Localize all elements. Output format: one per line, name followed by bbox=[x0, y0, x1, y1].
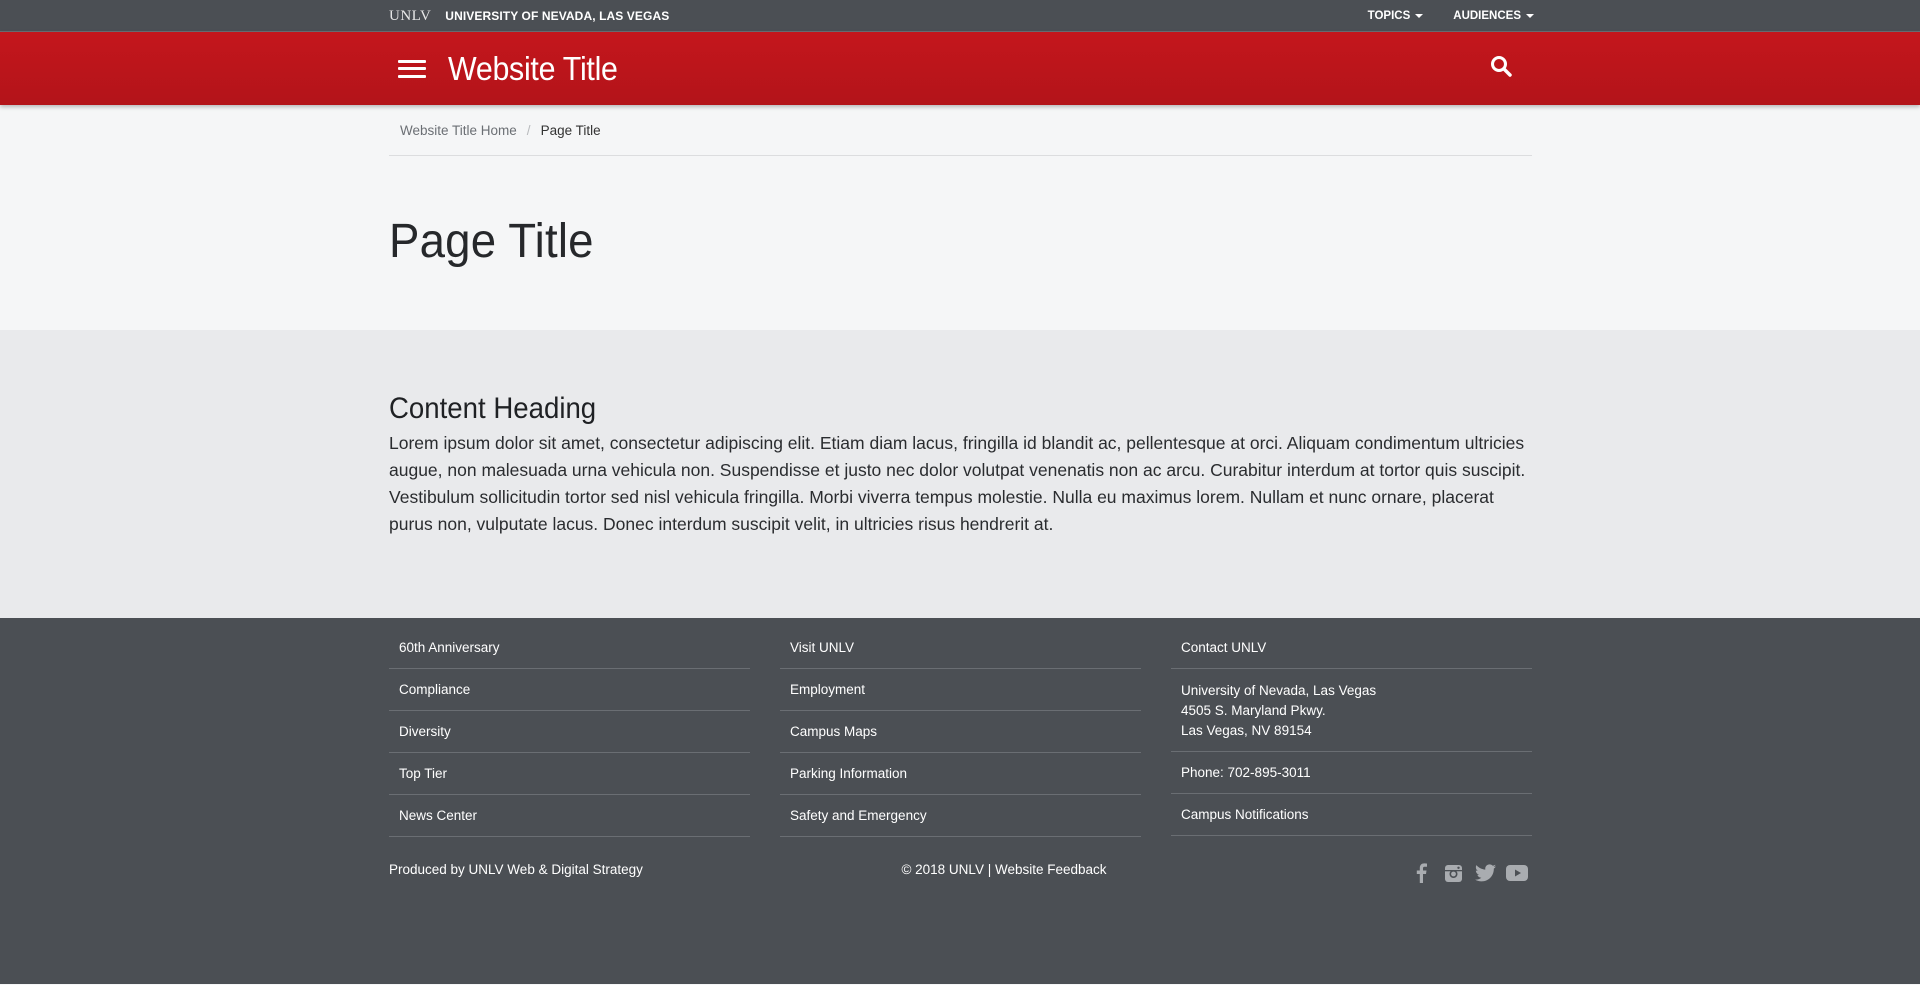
breadcrumb-separator: / bbox=[526, 122, 531, 138]
footer-link-top-tier[interactable]: Top Tier bbox=[389, 753, 750, 795]
produced-by: Produced by UNLV Web & Digital Strategy bbox=[389, 862, 729, 877]
contact-phone[interactable]: Phone: 702-895-3011 bbox=[1171, 752, 1532, 794]
caret-down-icon bbox=[1526, 14, 1534, 18]
utility-bar: UNLV UNIVERSITY OF NEVADA, LAS VEGAS TOP… bbox=[0, 0, 1920, 32]
page-title: Page Title bbox=[389, 215, 594, 268]
address-line: University of Nevada, Las Vegas bbox=[1181, 683, 1377, 698]
site-footer: 60th Anniversary Compliance Diversity To… bbox=[0, 618, 1920, 984]
address-line: Las Vegas, NV 89154 bbox=[1181, 723, 1312, 738]
breadcrumb: Website Title Home / Page Title bbox=[389, 105, 1532, 156]
contact-address: University of Nevada, Las Vegas 4505 S. … bbox=[1171, 669, 1532, 752]
utility-nav: TOPICS AUDIENCES bbox=[1368, 10, 1534, 22]
site-title[interactable]: Website Title bbox=[448, 50, 618, 88]
search-icon[interactable] bbox=[1490, 55, 1512, 82]
topics-label: TOPICS bbox=[1367, 10, 1411, 22]
unlv-logo[interactable]: UNLV bbox=[389, 8, 431, 25]
content-paragraph: Lorem ipsum dolor sit amet, consectetur … bbox=[389, 433, 1526, 534]
website-feedback-link[interactable]: Website Feedback bbox=[995, 862, 1107, 877]
copyright-separator: | bbox=[983, 861, 995, 877]
title-area: Website Title Home / Page Title Page Tit… bbox=[0, 105, 1920, 330]
content-heading: Content Heading bbox=[389, 392, 597, 425]
produced-by-link[interactable]: Produced by UNLV Web & Digital Strategy bbox=[389, 862, 643, 877]
footer-link-visit-unlv[interactable]: Visit UNLV bbox=[780, 627, 1141, 669]
twitter-icon[interactable] bbox=[1474, 863, 1496, 883]
social-links bbox=[1410, 863, 1528, 883]
footer-column-1: 60th Anniversary Compliance Diversity To… bbox=[389, 627, 750, 837]
footer-link-60th-anniversary[interactable]: 60th Anniversary bbox=[389, 627, 750, 669]
site-header: Website Title bbox=[0, 32, 1920, 105]
footer-link-employment[interactable]: Employment bbox=[780, 669, 1141, 711]
footer-column-3: Contact UNLV University of Nevada, Las V… bbox=[1171, 627, 1532, 837]
copyright-text: © 2018 UNLV bbox=[901, 861, 984, 877]
footer-link-campus-maps[interactable]: Campus Maps bbox=[780, 711, 1141, 753]
university-name[interactable]: UNIVERSITY OF NEVADA, LAS VEGAS bbox=[445, 9, 669, 23]
footer-link-contact-unlv[interactable]: Contact UNLV bbox=[1171, 627, 1532, 669]
brand[interactable]: UNLV UNIVERSITY OF NEVADA, LAS VEGAS bbox=[389, 8, 669, 25]
audiences-label: AUDIENCES bbox=[1453, 10, 1521, 22]
footer-link-safety-and-emergency[interactable]: Safety and Emergency bbox=[780, 795, 1141, 837]
address-line: 4505 S. Maryland Pkwy. bbox=[1181, 703, 1326, 718]
instagram-icon[interactable] bbox=[1442, 863, 1464, 883]
facebook-icon[interactable] bbox=[1410, 863, 1432, 883]
topics-dropdown[interactable]: TOPICS bbox=[1368, 10, 1424, 22]
hamburger-icon[interactable] bbox=[398, 58, 426, 80]
caret-down-icon bbox=[1415, 14, 1424, 18]
footer-link-news-center[interactable]: News Center bbox=[389, 795, 750, 837]
content-area: Content Heading Lorem ipsum dolor sit am… bbox=[0, 330, 1920, 618]
footer-link-parking-information[interactable]: Parking Information bbox=[780, 753, 1141, 795]
copyright: © 2018 UNLV | Website Feedback bbox=[729, 862, 1279, 877]
breadcrumb-home-link[interactable]: Website Title Home bbox=[400, 123, 517, 138]
audiences-dropdown[interactable]: AUDIENCES bbox=[1453, 10, 1534, 22]
footer-bottom: Produced by UNLV Web & Digital Strategy … bbox=[389, 855, 1532, 883]
breadcrumb-current: Page Title bbox=[540, 122, 601, 138]
footer-link-campus-notifications[interactable]: Campus Notifications bbox=[1171, 794, 1532, 836]
footer-link-diversity[interactable]: Diversity bbox=[389, 711, 750, 753]
footer-link-compliance[interactable]: Compliance bbox=[389, 669, 750, 711]
footer-column-2: Visit UNLV Employment Campus Maps Parkin… bbox=[780, 627, 1141, 837]
youtube-icon[interactable] bbox=[1506, 863, 1528, 883]
